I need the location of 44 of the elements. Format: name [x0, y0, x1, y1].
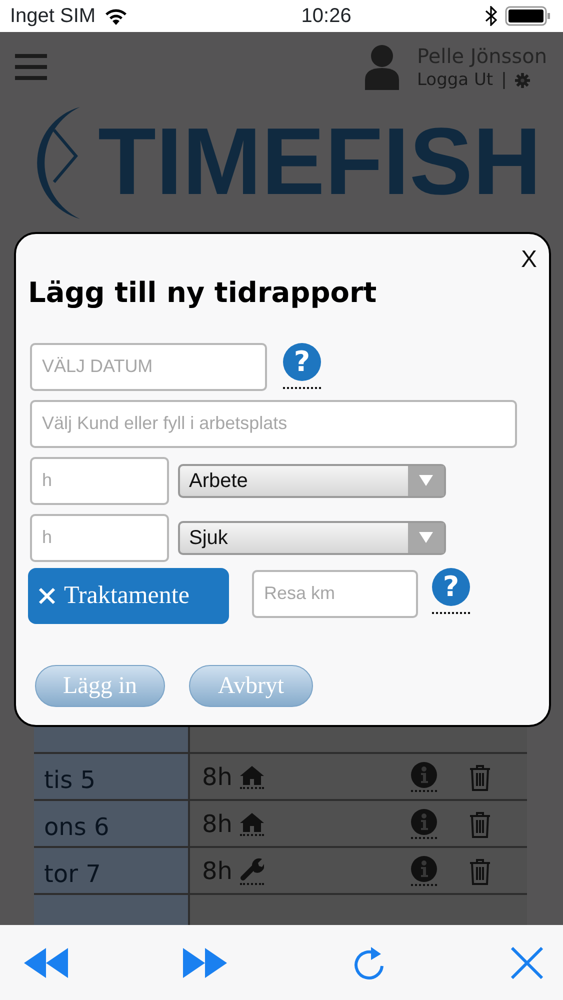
logo-text: TIMEFISH	[98, 115, 542, 210]
hours-field[interactable]: h	[30, 456, 169, 505]
carrier-name: Inget SIM	[10, 4, 96, 29]
caret-icon	[419, 475, 433, 486]
menu-icon[interactable]	[15, 54, 47, 81]
info-icon[interactable]	[411, 762, 437, 788]
bluetooth-icon	[484, 6, 497, 26]
day-cell: ons 6	[34, 801, 190, 846]
hours-text: 8h	[202, 856, 232, 886]
settings-icon[interactable]	[514, 73, 530, 88]
hours-text: 8h	[202, 808, 232, 840]
trash-icon[interactable]	[469, 858, 491, 885]
rewind-icon[interactable]	[24, 948, 68, 978]
caret-icon	[419, 532, 433, 544]
fast-forward-icon[interactable]	[183, 948, 227, 978]
refresh-icon[interactable]	[352, 944, 386, 980]
info-icon[interactable]	[411, 808, 437, 834]
battery-icon	[504, 6, 551, 26]
clock-time: 10:26	[301, 4, 352, 29]
wifi-icon	[104, 8, 128, 24]
separator: |	[501, 69, 507, 92]
info-icon[interactable]	[411, 856, 437, 882]
house-icon	[240, 764, 264, 784]
day-cell: tis 5	[34, 754, 190, 799]
distance-field[interactable]: Resa km	[252, 570, 418, 618]
help-button[interactable]: ?	[432, 568, 470, 606]
customer-field[interactable]: Välj Kund eller fyll i arbetsplats	[30, 400, 517, 448]
close-button[interactable]: X	[520, 248, 537, 272]
house-icon	[240, 812, 264, 832]
trash-icon[interactable]	[469, 764, 491, 791]
wrench-icon	[240, 856, 264, 880]
user-icon	[363, 44, 401, 90]
type-dropdown[interactable]: Sjuk	[178, 520, 446, 555]
hours-field[interactable]: h	[30, 514, 169, 562]
close-icon[interactable]	[511, 946, 543, 978]
trash-icon[interactable]	[469, 812, 491, 838]
day-cell: tor 7	[34, 848, 190, 893]
type-dropdown[interactable]: Arbete	[178, 464, 446, 498]
allowance-toggle[interactable]: Traktamente	[28, 568, 229, 624]
hours-text: 8h	[202, 762, 232, 792]
help-button[interactable]: ?	[283, 342, 321, 381]
date-field[interactable]: VÄLJ DATUM	[30, 342, 267, 391]
dialog-title: Lägg till ny tidrapport	[28, 276, 378, 310]
close-icon	[38, 586, 56, 605]
